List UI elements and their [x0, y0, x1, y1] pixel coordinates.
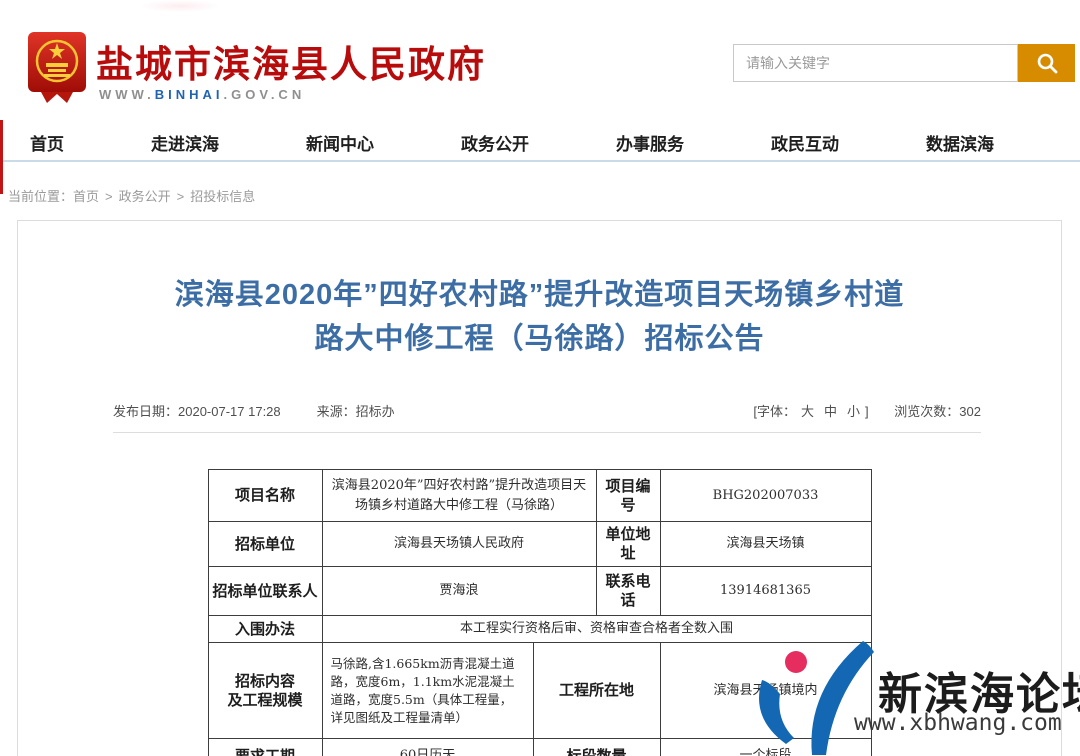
table-cell-label: 入围办法: [209, 616, 323, 642]
table-cell-value: BHG202007033: [712, 487, 819, 503]
table-row: 项目名称 滨海县2020年”四好农村路”提升改造项目天场镇乡村道路大中修工程（马徐…: [208, 470, 871, 522]
table-cell-value: 60日历天: [323, 739, 534, 756]
site-title: 盐城市滨海县人民政府: [96, 44, 486, 85]
article-title-line1: 滨海县2020年”四好农村路”提升改造项目天场镇乡村道: [174, 279, 905, 311]
font-size-option-2[interactable]: 小: [847, 404, 860, 419]
nav-item-interaction[interactable]: 政民互动: [771, 130, 839, 155]
font-size-options: 大中小: [796, 404, 865, 419]
national-emblem-icon: [28, 32, 86, 103]
table-row: 招标单位联系人 贾海浪 联系电话 13914681365: [208, 567, 871, 616]
table-cell-value: 13914681365: [720, 583, 811, 598]
table-cell-label: 单位地址: [597, 522, 661, 566]
article-title-line2: 路大中修工程（马徐路）招标公告: [314, 323, 765, 355]
breadcrumb: 当前位置：首页 > 政务公开 > 招投标信息: [8, 186, 255, 205]
breadcrumb-items: 首页 > 政务公开 > 招投标信息: [73, 189, 255, 204]
font-size-option-1[interactable]: 中: [824, 404, 837, 419]
table-cell-label: 招标内容 及工程规模: [209, 643, 323, 738]
table-cell-value: 滨海县天场镇人民政府: [323, 522, 597, 566]
nav-item-news-center[interactable]: 新闻中心: [306, 130, 374, 155]
font-size-control: [字体：大中小]: [753, 404, 868, 419]
article-meta: 发布日期：2020-07-17 17:28 来源：招标办 [字体：大中小] 浏览次…: [113, 401, 981, 420]
breadcrumb-separator: >: [176, 189, 185, 204]
table-cell-label: 项目编号: [597, 470, 661, 521]
table-row: 招标单位 滨海县天场镇人民政府 单位地址 滨海县天场镇: [208, 522, 871, 567]
nav-item-services[interactable]: 办事服务: [616, 130, 684, 155]
publish-date: 发布日期：2020-07-17 17:28: [113, 404, 281, 419]
table-cell-label: 要求工期: [209, 739, 323, 756]
table-cell-label: 招标单位联系人: [209, 567, 323, 615]
table-cell-value: 本工程实行资格后审、资格审查合格者全数入围: [459, 621, 733, 636]
nav-item-home[interactable]: 首页: [30, 130, 64, 155]
table-cell-value: 贾海浪: [323, 567, 597, 615]
search-button[interactable]: [1018, 44, 1075, 82]
search-bar: [733, 44, 1075, 82]
font-size-prefix: [字体：: [753, 404, 796, 419]
table-cell-value: 一个标段: [739, 748, 792, 756]
nav-item-gov-affairs[interactable]: 政务公开: [461, 130, 529, 155]
table-cell-label: 标段数量: [534, 739, 661, 756]
breadcrumb-separator: >: [105, 189, 113, 204]
font-size-option-0[interactable]: 大: [801, 404, 814, 419]
site-header: 盐城市滨海县人民政府 WWW.BINHAI.GOV.CN: [0, 0, 1080, 125]
table-cell-value: 滨海县天场镇: [726, 536, 805, 551]
table-row: 入围办法 本工程实行资格后审、资格审查合格者全数入围: [208, 616, 871, 643]
table-cell-label: 招标单位: [209, 522, 323, 566]
table-cell-label: 工程所在地: [534, 643, 661, 738]
table-cell-label: 联系电话: [597, 567, 661, 615]
nav-item-about-binhai[interactable]: 走进滨海: [151, 130, 219, 155]
view-count: 浏览次数：302: [894, 404, 981, 419]
table-cell-value: 滨海县2020年”四好农村路”提升改造项目天场镇乡村道路大中修工程（马徐路）: [323, 470, 597, 521]
site-url: WWW.BINHAI.GOV.CN: [99, 87, 305, 102]
breadcrumb-item-home[interactable]: 首页: [73, 189, 99, 204]
search-input[interactable]: [733, 44, 1018, 82]
article-meta-right: [字体：大中小] 浏览次数：302: [753, 401, 981, 420]
article-meta-left: 发布日期：2020-07-17 17:28 来源：招标办: [113, 401, 431, 420]
site-url-domain: BINHAI: [154, 87, 224, 102]
source: 来源：招标办: [316, 404, 395, 419]
breadcrumb-item-gov-affairs[interactable]: 政务公开: [119, 189, 171, 204]
bid-info-table: 项目名称 滨海县2020年”四好农村路”提升改造项目天场镇乡村道路大中修工程（马徐…: [207, 469, 872, 756]
font-size-suffix: ]: [865, 404, 869, 419]
table-cell-value: 马徐路,含1.665km沥青混凝土道路，宽度6m，1.1km水泥混凝土道路，宽度…: [323, 643, 534, 738]
site-url-www: WWW.: [99, 87, 155, 102]
breadcrumb-item-bidding-info[interactable]: 招投标信息: [190, 189, 255, 204]
table-row: 招标内容 及工程规模 马徐路,含1.665km沥青混凝土道路，宽度6m，1.1km…: [208, 643, 871, 739]
meta-divider: [113, 432, 981, 433]
table-cell-value: 滨海县天场镇境内: [713, 682, 818, 698]
table-row: 要求工期 60日历天 标段数量一个标段: [209, 739, 871, 756]
left-edge-red-strip: [0, 120, 3, 194]
breadcrumb-prefix: 当前位置：: [8, 189, 74, 204]
nav-item-data-binhai[interactable]: 数据滨海: [926, 130, 994, 155]
article-title: 滨海县2020年”四好农村路”提升改造项目天场镇乡村道 路大中修工程（马徐路）招…: [78, 273, 1001, 361]
article-panel: 滨海县2020年”四好农村路”提升改造项目天场镇乡村道 路大中修工程（马徐路）招…: [17, 220, 1062, 756]
main-nav: 首页 走进滨海 新闻中心 政务公开 办事服务 政民互动 数据滨海: [0, 125, 1080, 162]
search-icon: [1037, 53, 1057, 74]
site-url-suffix: .GOV.CN: [223, 87, 306, 102]
table-cell-label: 项目名称: [209, 470, 323, 521]
